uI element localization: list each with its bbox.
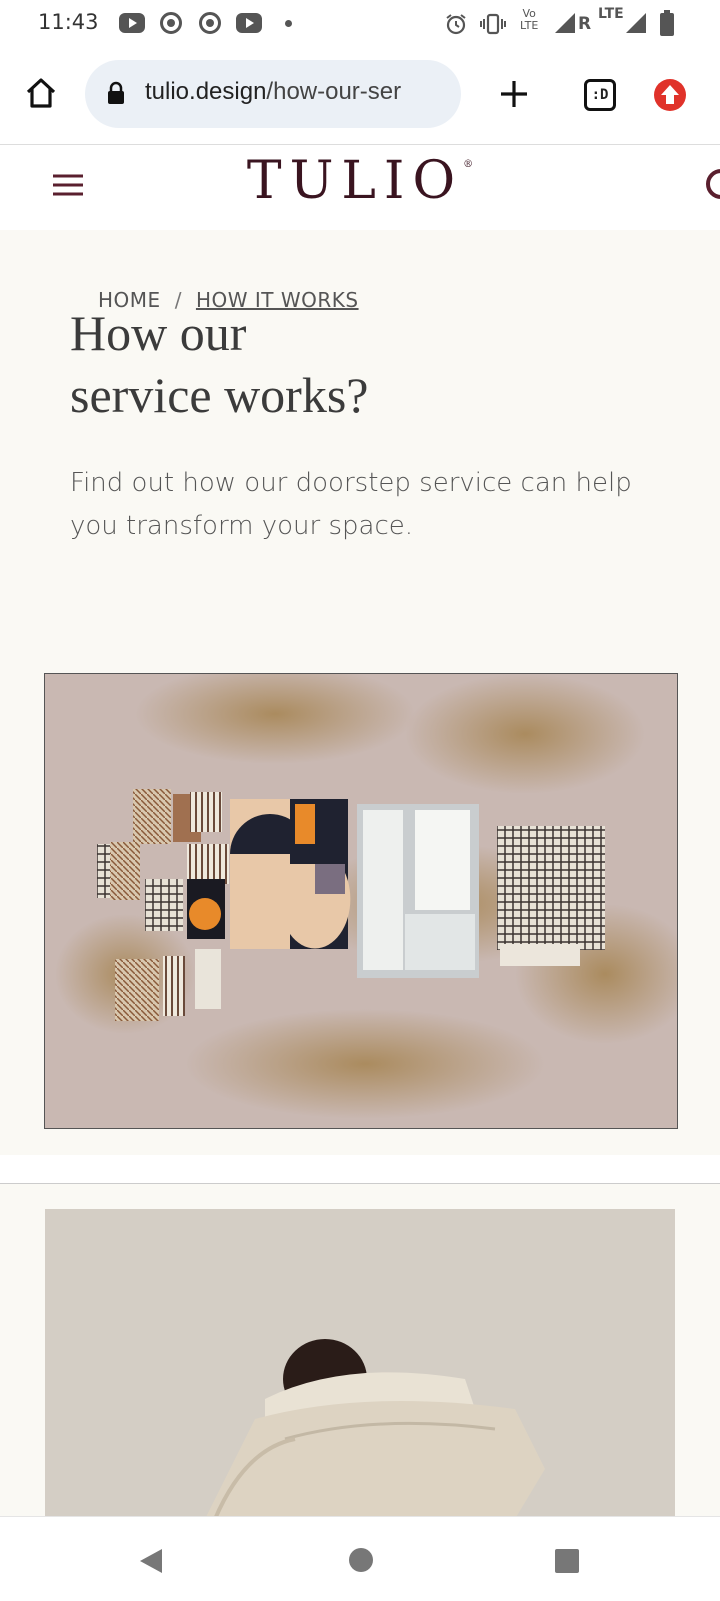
browser-toolbar: tulio.design/how-our-ser :D: [0, 48, 720, 145]
home-circle-icon[interactable]: [348, 1547, 374, 1573]
url-domain: tulio.design: [145, 78, 267, 105]
hero-section: How our service works? HOME / HOW IT WORKS…: [0, 230, 720, 1155]
url-path: /how-our-ser: [266, 78, 402, 105]
breadcrumb: HOME / HOW IT WORKS: [98, 288, 359, 312]
url-text[interactable]: tulio.design/how-our-ser: [145, 78, 450, 106]
logo-text: TULIO: [246, 151, 464, 211]
address-bar[interactable]: tulio.design/how-our-ser: [85, 60, 461, 128]
status-bar: 11:43 Vo LTE R LTE: [0, 0, 720, 48]
page-subtitle: Find out how our doorstep service can he…: [70, 468, 632, 541]
person-with-fabrics-image: [45, 1209, 675, 1519]
signal-icon: [555, 13, 575, 33]
signal-icon: [626, 13, 646, 33]
fabric-swatches-illustration: [45, 674, 677, 1128]
plus-icon[interactable]: [499, 79, 529, 109]
update-arrow-icon[interactable]: [653, 78, 687, 112]
status-clock: 11:43: [38, 10, 99, 34]
chrome-notification-icon: [160, 12, 182, 34]
page-title-line2: service works?: [70, 367, 369, 423]
second-section: [0, 1184, 720, 1519]
breadcrumb-home[interactable]: HOME: [98, 288, 161, 312]
logo-registered-mark: ®: [463, 159, 474, 170]
vibrate-icon: [480, 13, 506, 35]
volte-bottom-label: LTE: [520, 19, 539, 32]
recents-square-icon[interactable]: [554, 1548, 580, 1574]
back-triangle-icon[interactable]: [138, 1547, 164, 1575]
breadcrumb-current[interactable]: HOW IT WORKS: [196, 288, 359, 312]
alarm-icon: [446, 14, 466, 35]
fabric-swatches-image: [44, 673, 678, 1129]
youtube-notification-icon: [236, 13, 262, 33]
battery-icon: [660, 10, 674, 36]
youtube-notification-icon: [119, 13, 145, 33]
person-with-fabrics-illustration: [45, 1209, 675, 1519]
more-notifications-dot-icon: [285, 20, 292, 27]
tab-switcher-button[interactable]: :D: [584, 79, 616, 111]
roaming-label: R: [578, 14, 592, 34]
lock-icon[interactable]: [107, 81, 125, 105]
breadcrumb-separator: /: [174, 288, 182, 312]
site-logo[interactable]: TULIO®: [0, 151, 720, 211]
volte-indicator: Vo LTE: [520, 8, 538, 32]
page-title: How our service works?: [70, 302, 630, 426]
site-header: TULIO®: [0, 145, 720, 231]
android-nav-bar: [0, 1516, 720, 1601]
home-icon[interactable]: [24, 76, 58, 110]
lte-label: LTE: [598, 6, 624, 22]
chrome-notification-icon: [199, 12, 221, 34]
section-divider: [0, 1155, 720, 1184]
